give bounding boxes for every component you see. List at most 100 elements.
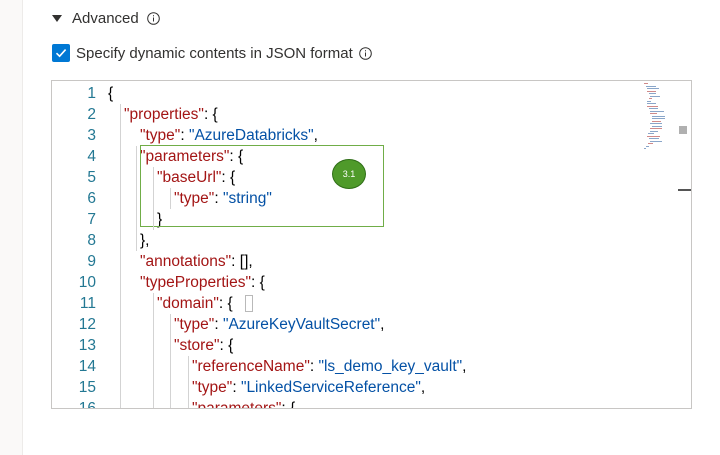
bracket-match-highlight — [245, 295, 253, 312]
minimap-line — [650, 140, 662, 142]
json-code-editor[interactable]: 1{2 "properties": {3 "type": "AzureDatabri… — [51, 80, 692, 409]
line-number: 9 — [87, 253, 96, 270]
dynamic-json-label: Specify dynamic contents in JSON format — [76, 44, 353, 62]
code-line: 16 "parameters": { — [52, 398, 672, 409]
code-token: : — [232, 379, 241, 396]
line-number: 15 — [78, 379, 96, 396]
code-text: "parameters": { — [192, 398, 296, 409]
indent-guide — [136, 146, 137, 251]
code-minimap[interactable] — [644, 83, 680, 153]
code-token: }, — [140, 232, 150, 249]
minimap-line — [650, 123, 662, 124]
minimap-line — [649, 98, 652, 99]
minimap-line — [648, 143, 653, 144]
minimap-line — [649, 138, 659, 139]
line-number: 4 — [87, 148, 96, 165]
minimap-line — [647, 103, 656, 104]
minimap-line — [650, 130, 658, 132]
advanced-section-header[interactable]: Advanced — [52, 8, 160, 28]
code-line: 3 "type": "AzureDatabricks", — [52, 125, 672, 146]
code-token: { — [108, 85, 114, 102]
info-icon[interactable] — [358, 46, 372, 60]
code-line: 11 "domain": { — [52, 293, 672, 314]
scrollbar-marker — [679, 126, 687, 134]
code-token: "LinkedServiceReference" — [240, 379, 421, 396]
dynamic-json-option: Specify dynamic contents in JSON format — [52, 42, 372, 64]
code-text: }, — [140, 230, 149, 251]
code-text: "properties": { — [124, 104, 218, 125]
code-token: , — [462, 358, 467, 375]
code-token: : { — [203, 106, 218, 123]
code-token: "AzureKeyVaultSecret" — [222, 316, 381, 333]
code-text: "store": { — [174, 335, 233, 356]
code-line: 1{ — [52, 83, 672, 104]
code-token: : — [214, 316, 223, 333]
minimap-line — [649, 108, 658, 109]
minimap-line — [647, 105, 658, 107]
code-token: : — [180, 127, 189, 144]
line-number: 6 — [87, 190, 96, 207]
code-text: "referenceName": "ls_demo_key_vault", — [192, 356, 466, 377]
code-token: , — [313, 127, 318, 144]
code-line: 9 "annotations": [], — [52, 251, 672, 272]
code-token: "domain" — [157, 295, 219, 312]
code-line: 15 "type": "LinkedServiceReference", — [52, 377, 672, 398]
line-number: 10 — [78, 274, 96, 291]
minimap-line — [652, 120, 661, 122]
code-text: "type": "AzureDatabricks", — [140, 125, 318, 146]
minimap-line — [647, 90, 656, 92]
code-line: 8}, — [52, 230, 672, 251]
code-line: 2 "properties": { — [52, 104, 672, 125]
code-text: "type": "LinkedServiceReference", — [192, 377, 425, 398]
code-text: "typeProperties": { — [140, 272, 265, 293]
info-icon[interactable] — [146, 11, 160, 25]
dynamic-json-checkbox[interactable] — [52, 44, 70, 62]
minimap-line — [650, 113, 657, 114]
indent-guide — [188, 356, 189, 408]
line-number: 7 — [87, 211, 96, 228]
indent-guide — [153, 293, 154, 408]
minimap-line — [648, 133, 654, 134]
code-token: "type" — [174, 316, 215, 333]
code-token: "annotations" — [140, 253, 232, 270]
minimap-line — [644, 148, 646, 149]
code-text: { — [108, 83, 113, 104]
minimap-line — [650, 128, 662, 129]
code-line: 14 "referenceName": "ls_demo_key_vault", — [52, 356, 672, 377]
code-token: : { — [218, 295, 233, 312]
scrollbar-thumb[interactable] — [678, 189, 691, 191]
minimap-line — [650, 95, 660, 97]
code-token: : { — [219, 337, 234, 354]
code-line: 13 "store": { — [52, 335, 672, 356]
minimap-line — [652, 115, 665, 117]
code-line: 10 "typeProperties": { — [52, 272, 672, 293]
code-text: "type": "AzureKeyVaultSecret", — [174, 314, 384, 335]
line-number: 1 — [87, 85, 96, 102]
code-text: "domain": { — [157, 293, 233, 314]
minimap-line — [649, 93, 656, 94]
collapse-caret-icon[interactable] — [52, 14, 62, 22]
annotation-marker-label: 3.1 — [342, 169, 356, 179]
code-token: , — [420, 379, 426, 396]
minimap-line — [647, 100, 651, 102]
code-token: "parameters" — [192, 400, 282, 409]
checkmark-icon — [55, 49, 67, 58]
code-token: "properties" — [124, 106, 204, 123]
minimap-line — [646, 85, 656, 87]
code-token: : { — [281, 400, 296, 409]
minimap-line — [647, 88, 659, 89]
advanced-section-title: Advanced — [72, 9, 139, 27]
minimap-line — [646, 145, 649, 147]
indent-guide — [170, 188, 171, 209]
left-panel-edge — [0, 0, 23, 455]
minimap-line — [650, 110, 664, 112]
line-number: 12 — [78, 316, 96, 333]
line-number: 2 — [87, 106, 96, 123]
code-token: "AzureDatabricks" — [188, 127, 314, 144]
code-token: "referenceName" — [192, 358, 310, 375]
line-number: 16 — [78, 400, 96, 409]
line-number: 11 — [79, 295, 96, 312]
minimap-line — [652, 125, 662, 127]
code-token: "type" — [140, 127, 181, 144]
code-token: : [], — [231, 253, 253, 270]
